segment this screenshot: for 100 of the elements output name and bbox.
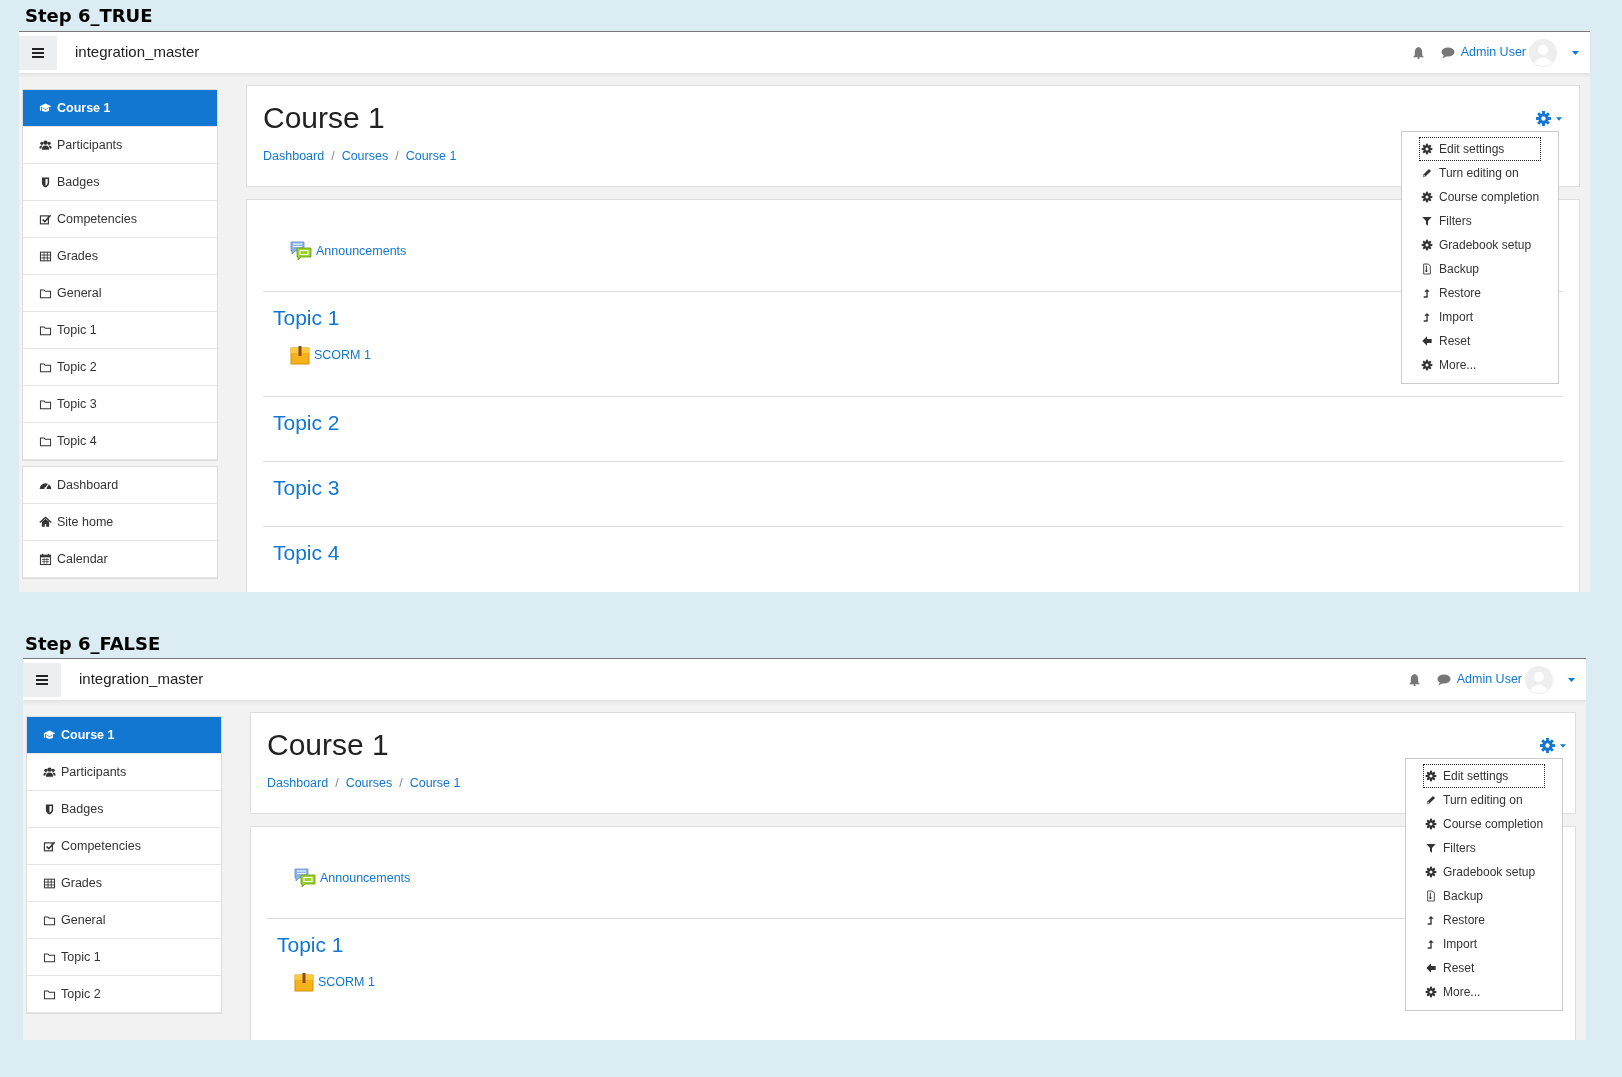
course-title: Course 1: [267, 727, 389, 763]
menu-button[interactable]: [19, 35, 57, 70]
bell-icon[interactable]: [1411, 46, 1425, 59]
upload-arrow-icon: [1425, 914, 1437, 926]
settings-button[interactable]: [1535, 110, 1562, 127]
menu-item[interactable]: Gradebook setup: [1423, 860, 1545, 884]
breadcrumb-link[interactable]: Dashboard: [263, 147, 325, 166]
menu-item[interactable]: Import: [1419, 305, 1541, 329]
graduation-cap-icon: [39, 101, 52, 115]
upload-arrow-icon: [1421, 287, 1433, 299]
step-label: Step 6_FALSE: [25, 631, 161, 656]
caret-icon[interactable]: [1568, 677, 1575, 682]
menu-item[interactable]: Restore: [1423, 908, 1545, 932]
section-title-link[interactable]: Topic 4: [273, 540, 340, 566]
section-title-link[interactable]: Topic 1: [277, 932, 344, 958]
file-icon: [1421, 263, 1433, 275]
left-arrow-icon: [1425, 962, 1437, 974]
menu-item[interactable]: Filters: [1423, 836, 1545, 860]
section-title-link[interactable]: Topic 2: [273, 410, 340, 436]
file-icon: [1425, 890, 1437, 902]
menu-item[interactable]: Turn editing on: [1419, 161, 1541, 185]
menu-item[interactable]: Restore: [1419, 281, 1541, 305]
section-title-link[interactable]: Topic 3: [273, 475, 340, 501]
activity-link[interactable]: SCORM 1: [314, 345, 371, 365]
breadcrumb-separator: /: [395, 148, 399, 165]
menu-item[interactable]: Reset: [1423, 956, 1545, 980]
table-icon: [39, 249, 52, 263]
breadcrumb-link[interactable]: Course 1: [405, 147, 457, 166]
gear-icon: [1535, 110, 1552, 127]
filter-icon: [1425, 842, 1437, 854]
menu-item[interactable]: More...: [1419, 353, 1541, 377]
gear-icon: [1425, 866, 1437, 878]
menu-item[interactable]: Filters: [1419, 209, 1541, 233]
caret-icon[interactable]: [1572, 50, 1579, 55]
gear-icon: [1421, 143, 1433, 155]
folder-icon: [43, 987, 56, 1001]
checkbox-icon: [39, 212, 52, 226]
menu-button[interactable]: [23, 662, 61, 697]
sidebar-item[interactable]: Course 1: [23, 90, 217, 127]
bell-icon[interactable]: [1407, 673, 1421, 686]
site-name[interactable]: integration_master: [75, 41, 200, 64]
table-icon: [43, 876, 56, 890]
upload-arrow-icon: [1425, 938, 1437, 950]
left-arrow-icon: [1421, 335, 1433, 347]
gear-icon: [1421, 191, 1433, 203]
caret-icon: [1556, 116, 1562, 121]
gear-icon: [1421, 359, 1433, 371]
folder-icon: [39, 397, 52, 411]
filter-icon: [1421, 215, 1433, 227]
menu-item[interactable]: Gradebook setup: [1419, 233, 1541, 257]
user-name-link[interactable]: Admin User: [1460, 43, 1526, 62]
menu-item[interactable]: Backup: [1419, 257, 1541, 281]
shield-icon: [43, 802, 56, 816]
menu-item[interactable]: Course completion: [1419, 185, 1541, 209]
menu-item[interactable]: More...: [1423, 980, 1545, 1004]
chat-bubble-icon[interactable]: [1436, 673, 1451, 686]
breadcrumb-link[interactable]: Courses: [345, 774, 393, 793]
settings-button[interactable]: [1539, 737, 1566, 754]
chat-bubble-icon[interactable]: [1440, 46, 1455, 59]
breadcrumb-link[interactable]: Courses: [341, 147, 389, 166]
gear-icon: [1425, 770, 1437, 782]
folder-icon: [39, 360, 52, 374]
caret-icon: [1560, 743, 1566, 748]
sidebar-item[interactable]: Course 1: [27, 717, 221, 754]
menu-item[interactable]: Turn editing on: [1423, 788, 1545, 812]
menu-item[interactable]: Edit settings: [1419, 137, 1541, 161]
folder-icon: [39, 323, 52, 337]
shield-icon: [39, 175, 52, 189]
site-name[interactable]: integration_master: [79, 668, 204, 691]
menu-item[interactable]: Edit settings: [1423, 764, 1545, 788]
gear-icon: [1421, 239, 1433, 251]
breadcrumb-separator: /: [335, 775, 339, 792]
menu-item[interactable]: Backup: [1423, 884, 1545, 908]
menu-icon: [36, 674, 48, 685]
folder-icon: [39, 434, 52, 448]
package-box-icon: [290, 345, 310, 365]
breadcrumb-link[interactable]: Dashboard: [267, 774, 329, 793]
menu-item[interactable]: Import: [1423, 932, 1545, 956]
menu-item[interactable]: Course completion: [1423, 812, 1545, 836]
activity-link[interactable]: Announcements: [316, 241, 407, 261]
chat-bubbles-icon: [294, 867, 316, 889]
section-title-link[interactable]: Topic 1: [273, 305, 340, 331]
folder-icon: [39, 286, 52, 300]
users-icon: [39, 138, 52, 152]
gear-icon: [1539, 737, 1556, 754]
folder-icon: [43, 950, 56, 964]
users-icon: [43, 765, 56, 779]
breadcrumb-link[interactable]: Course 1: [409, 774, 461, 793]
home-icon: [39, 515, 52, 529]
breadcrumb-separator: /: [331, 148, 335, 165]
activity-link[interactable]: SCORM 1: [318, 972, 375, 992]
menu-item[interactable]: Reset: [1419, 329, 1541, 353]
course-title: Course 1: [263, 100, 385, 136]
activity-link[interactable]: Announcements: [320, 868, 411, 888]
user-name-link[interactable]: Admin User: [1456, 670, 1522, 689]
upload-arrow-icon: [1421, 311, 1433, 323]
pencil-icon: [1425, 794, 1437, 806]
gear-icon: [1425, 986, 1437, 998]
chat-bubbles-icon: [290, 240, 312, 262]
checkbox-icon: [43, 839, 56, 853]
